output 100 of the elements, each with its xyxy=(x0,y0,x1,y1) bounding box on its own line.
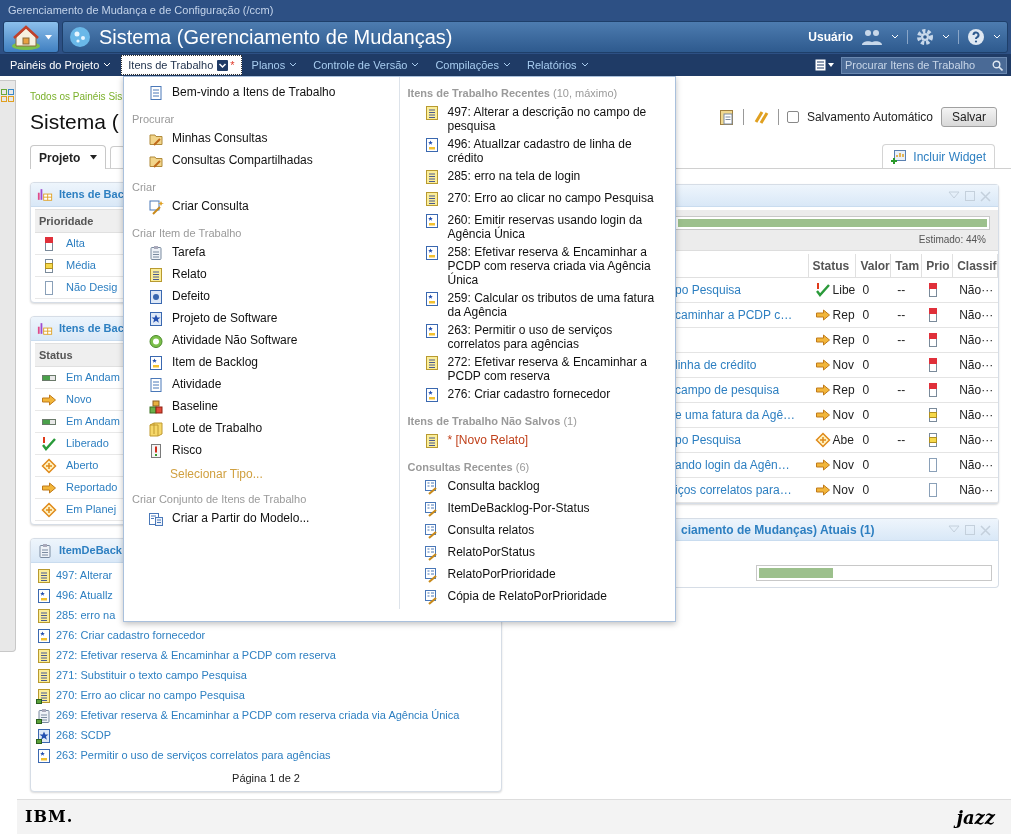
widget-title[interactable]: Itens de Bac xyxy=(59,320,124,337)
search-icon xyxy=(992,59,1003,71)
group-link[interactable]: Liberado xyxy=(66,435,109,452)
menu-item[interactable]: Tarefa xyxy=(124,243,399,265)
grid-icon[interactable] xyxy=(1,89,14,102)
arrow-icon xyxy=(814,332,831,348)
people-icon[interactable] xyxy=(861,28,883,46)
menu-item[interactable]: Defeito xyxy=(124,287,399,309)
star-note-icon xyxy=(423,291,440,307)
wand-icon xyxy=(148,199,164,215)
menu-item[interactable]: Consulta relatos xyxy=(399,521,675,543)
status-text: Nov xyxy=(832,407,854,424)
work-item-link[interactable]: 263: Permitir o uso de serviços correlatos para agências xyxy=(56,748,476,763)
note-icon xyxy=(423,355,440,371)
menu-item[interactable]: Atividade xyxy=(124,375,399,397)
table-cell: 0 xyxy=(862,458,870,472)
work-item-link[interactable]: 272: Efetivar reserva & Encaminhar a PCDP com reserva xyxy=(56,648,476,663)
caret-icon xyxy=(90,155,98,160)
group-link[interactable]: Não Desig xyxy=(66,279,118,296)
menu-item[interactable]: Consulta backlog xyxy=(399,477,675,499)
home-button[interactable] xyxy=(3,21,59,53)
group-link[interactable]: Alta xyxy=(66,235,85,252)
nav-menu[interactable]: Compilações xyxy=(429,55,517,75)
blocks-icon xyxy=(148,399,164,415)
autosave-checkbox[interactable] xyxy=(786,111,799,123)
arrow-icon xyxy=(814,382,831,398)
project-title: Sistema (Gerenciamento de Mudanças) xyxy=(99,25,453,50)
menu-item[interactable]: Projeto de Software xyxy=(124,309,399,331)
table-cell: Não··· xyxy=(959,483,994,497)
menu-item[interactable]: * [Novo Relato] xyxy=(399,431,675,453)
menu-item[interactable]: Cópia de RelatoPorPrioridade xyxy=(399,587,675,609)
menu-item[interactable]: RelatoPorStatus xyxy=(399,543,675,565)
menu-item[interactable]: 497: Alterar a descrição no campo de pesquisa xyxy=(399,103,675,135)
settings-icon[interactable] xyxy=(916,28,934,46)
menu-heading: Itens de Trabalho Não Salvos (1) xyxy=(407,413,577,429)
menu-item[interactable]: 259: Calcular os tributos de uma fatura da Agência xyxy=(399,289,675,321)
work-item-link[interactable]: 268: SCDP xyxy=(56,728,476,743)
summary-link[interactable]: po Pesquisa xyxy=(675,281,742,299)
dashboard-tab[interactable]: Projeto xyxy=(30,145,107,169)
clipboard-icon xyxy=(148,245,164,261)
table-cell: Não··· xyxy=(959,458,994,472)
house-icon xyxy=(10,24,41,50)
summary-link[interactable]: ando login da Agên… xyxy=(675,456,790,474)
menu-item[interactable]: Relato xyxy=(124,265,399,287)
widget-controls-icon xyxy=(948,523,992,536)
nav-menu[interactable]: Planos xyxy=(245,55,304,75)
table-cell: 0 xyxy=(862,308,870,322)
work-item-link[interactable]: 270: Erro ao clicar no campo Pesquisa xyxy=(56,688,476,703)
summary-link[interactable]: e uma fatura da Agê… xyxy=(675,406,796,424)
nav-menu[interactable]: Relatórios xyxy=(521,55,595,75)
nav-menu[interactable]: Painéis do Projeto xyxy=(4,55,118,75)
group-link[interactable]: Em Andam xyxy=(66,369,120,386)
summary-link[interactable]: linha de crédito xyxy=(675,356,757,374)
user-label[interactable]: Usuário xyxy=(808,28,853,46)
summary-link[interactable]: po Pesquisa xyxy=(675,431,742,449)
save-button[interactable]: Salvar xyxy=(941,107,997,127)
menu-item[interactable]: RelatoPorPrioridade xyxy=(399,565,675,587)
summary-link[interactable]: campo de pesquisa xyxy=(675,381,780,399)
exclamation-icon xyxy=(148,443,164,459)
widget-title[interactable]: ItemDeBack xyxy=(59,542,122,559)
menu-item[interactable]: ItemDeBacklog-Por-Status xyxy=(399,499,675,521)
nav-menu[interactable]: Controle de Versão xyxy=(307,55,426,75)
menu-item[interactable]: Minhas Consultas xyxy=(124,129,399,151)
table-cell: 0 xyxy=(862,358,870,372)
help-icon[interactable] xyxy=(967,28,985,46)
group-link[interactable]: Novo xyxy=(66,391,92,408)
clipboard-icon[interactable] xyxy=(718,108,735,126)
search-field[interactable]: Procurar Itens de Trabalho xyxy=(841,56,1007,74)
menu-item[interactable]: Consultas Compartilhadas xyxy=(124,151,399,173)
group-link[interactable]: Média xyxy=(66,257,96,274)
work-item-link[interactable]: 276: Criar cadastro fornecedor xyxy=(56,628,476,643)
star-note-icon xyxy=(423,137,440,153)
menu-item[interactable]: Bem-vindo a Itens de Trabalho xyxy=(124,83,399,105)
work-item-link[interactable]: 271: Substituir o texto campo Pesquisa xyxy=(56,668,476,683)
table-cell: 0 xyxy=(862,333,870,347)
menu-item[interactable]: Baseline xyxy=(124,397,399,419)
menu-item[interactable]: 270: Erro ao clicar no campo Pesquisa xyxy=(399,189,675,211)
menu-item[interactable]: 276: Criar cadastro fornecedor xyxy=(399,385,675,407)
status-text: Nov xyxy=(832,357,854,374)
nav-menu[interactable]: Itens de Trabalho * xyxy=(121,55,242,75)
list-icon[interactable] xyxy=(815,59,835,71)
group-link[interactable]: Em Andam xyxy=(66,413,120,430)
menu-item[interactable]: Criar a Partir do Modelo... xyxy=(124,509,399,531)
menu-item[interactable]: 496: Atuallzar cadastro de linha de crédito xyxy=(399,135,675,167)
widget-title[interactable]: ciamento de Mudanças) Atuais (1) xyxy=(681,520,875,539)
menu-item[interactable]: Lote de Trabalho xyxy=(124,419,399,441)
summary-link[interactable]: iços correlatos para… xyxy=(675,481,792,499)
estimate-label: Estimado: 44% xyxy=(918,233,986,247)
group-link[interactable]: Em Planej xyxy=(66,501,117,518)
menu-heading: Criar Conjunto de Itens de Trabalho xyxy=(132,491,307,507)
menu-item[interactable]: Risco xyxy=(124,441,399,463)
group-link[interactable]: Aberto xyxy=(66,457,99,474)
widget-title[interactable]: Itens de Bac xyxy=(59,186,124,203)
menu-item[interactable]: 258: Efetivar reserva & Encaminhar a PCDP com reserva criada via Agência Única xyxy=(399,243,675,289)
add-widget-button[interactable]: Incluir Widget xyxy=(882,144,995,168)
status-text: Rep xyxy=(832,307,855,324)
summary-link[interactable]: caminhar a PCDP c… xyxy=(675,306,793,324)
work-item-link[interactable]: 269: Efetivar reserva & Encaminhar a PCDP com reserva criada via Agência Única xyxy=(56,708,476,723)
group-link[interactable]: Reportado xyxy=(66,479,118,496)
menu-item[interactable]: 285: erro na tela de login xyxy=(399,167,675,189)
